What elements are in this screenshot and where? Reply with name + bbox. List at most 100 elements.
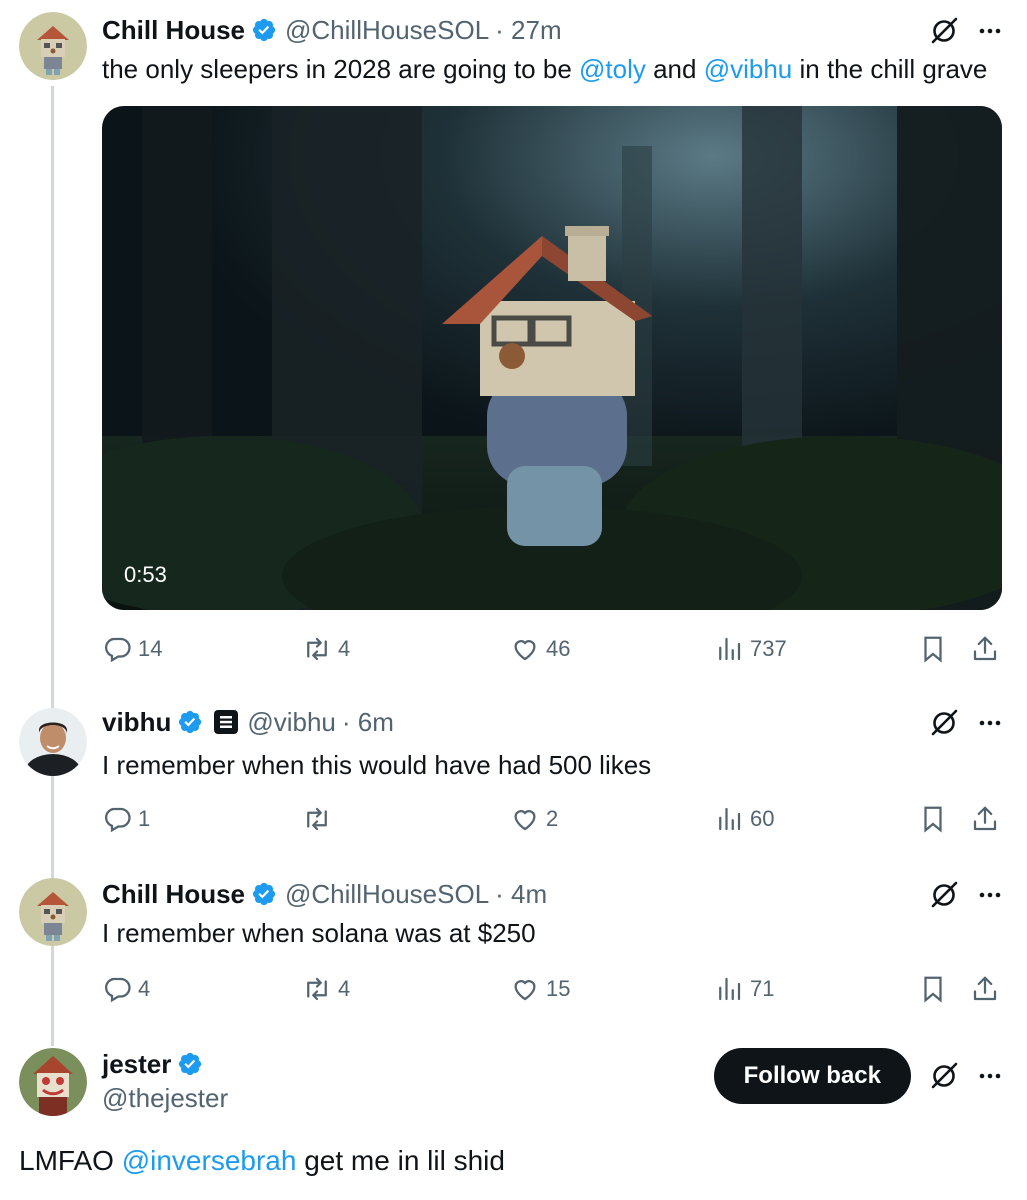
mention-vibhu[interactable]: @vibhu [704, 54, 793, 84]
repost-icon [307, 637, 327, 661]
grok-icon[interactable] [929, 1061, 959, 1091]
text-segment: get me in lil shid [296, 1145, 505, 1176]
tweet-header: vibhu @vibhu · 6m [102, 706, 394, 738]
avatar[interactable] [19, 878, 87, 946]
more-options-icon[interactable] [977, 882, 1003, 908]
reply-icon [105, 977, 131, 1003]
verified-badge-icon [179, 710, 202, 734]
tweet-text: I remember when solana was at $250 [102, 918, 536, 948]
video-thumbnail [102, 106, 1002, 610]
avatar[interactable] [19, 708, 87, 776]
tweet-text: I remember when this would have had 500 … [102, 750, 652, 780]
more-options-icon[interactable] [977, 18, 1003, 44]
share-icon [973, 806, 997, 831]
tweet-actions: 1 2 60 [102, 804, 1002, 838]
repost-count: 4 [338, 636, 351, 661]
text-segment: and [645, 54, 704, 84]
more-options-icon[interactable] [977, 710, 1003, 736]
handle[interactable]: @thejester [102, 1082, 228, 1114]
share-button[interactable] [970, 804, 1000, 834]
display-name[interactable]: Chill House [102, 878, 245, 910]
views-button[interactable]: 71 [714, 974, 774, 1004]
timestamp[interactable]: · 6m [342, 706, 394, 738]
mention-toly[interactable]: @toly [579, 54, 646, 84]
tweet-2[interactable]: vibhu @vibhu · 6m I remember when this w… [0, 690, 1027, 860]
tweet-text: the only sleepers in 2028 are going to b… [102, 52, 987, 86]
share-button[interactable] [970, 974, 1000, 1004]
display-name[interactable]: Chill House [102, 14, 245, 46]
like-icon [514, 810, 536, 831]
timestamp[interactable]: · 4m [495, 878, 547, 910]
like-icon [514, 980, 536, 1001]
grok-icon[interactable] [929, 16, 959, 46]
follow-back-button[interactable]: Follow back [713, 1048, 911, 1104]
repost-count: 4 [338, 976, 351, 1001]
verified-badge-icon [252, 18, 276, 42]
reply-icon [105, 807, 131, 833]
repost-button[interactable]: 4 [302, 634, 350, 664]
text-segment: in the chill grave [792, 54, 988, 84]
display-name[interactable]: vibhu [102, 706, 171, 738]
tweet-top-actions [929, 880, 1003, 910]
reply-icon [105, 637, 131, 663]
grok-icon[interactable] [929, 880, 959, 910]
reply-button[interactable]: 14 [102, 634, 162, 664]
tweet-header: Chill House @ChillHouseSOL · 4m [102, 878, 547, 910]
text-segment: the only sleepers in 2028 are going to b… [102, 54, 580, 84]
tweet-actions: 14 4 46 737 [102, 634, 1002, 668]
verified-badge-icon [179, 1052, 202, 1076]
grok-icon[interactable] [929, 708, 959, 738]
view-count: 60 [750, 806, 775, 831]
like-count: 15 [546, 976, 571, 1001]
bookmark-icon [924, 806, 942, 833]
like-button[interactable]: 2 [510, 804, 558, 834]
affiliate-badge-icon[interactable] [213, 709, 239, 735]
handle[interactable]: @vibhu [247, 706, 336, 738]
like-icon [514, 640, 536, 661]
views-icon [719, 637, 741, 661]
avatar[interactable] [19, 1048, 87, 1116]
reply-button[interactable]: 4 [102, 974, 150, 1004]
timestamp[interactable]: · 27m [495, 14, 561, 46]
tweet-3[interactable]: Chill House @ChillHouseSOL · 4m I rememb… [0, 862, 1027, 1032]
bookmark-button[interactable] [918, 974, 948, 1004]
repost-button[interactable] [302, 804, 338, 834]
reply-button[interactable]: 1 [102, 804, 150, 834]
tweet-top-actions [929, 708, 1003, 738]
mention-inversebrah[interactable]: @inversebrah [122, 1145, 297, 1176]
display-name[interactable]: jester [102, 1048, 171, 1080]
video-player[interactable]: 0:53 [102, 106, 1002, 610]
like-count: 46 [546, 636, 571, 661]
view-count: 71 [750, 976, 775, 1001]
handle[interactable]: @ChillHouseSOL [285, 878, 489, 910]
repost-button[interactable]: 4 [302, 974, 350, 1004]
views-button[interactable]: 60 [714, 804, 774, 834]
bookmark-icon [924, 636, 942, 663]
video-duration: 0:53 [124, 562, 167, 587]
bookmark-button[interactable] [918, 634, 948, 664]
tweet-top-actions: Follow back [713, 1048, 1003, 1104]
views-icon [719, 807, 741, 831]
focus-tweet-text: LMFAO @inversebrah get me in lil shid [19, 1143, 505, 1179]
share-icon [973, 976, 997, 1001]
more-options-icon[interactable] [977, 1063, 1003, 1089]
like-button[interactable]: 46 [510, 634, 570, 664]
like-count: 2 [546, 806, 559, 831]
reply-count: 1 [138, 806, 151, 831]
views-button[interactable]: 737 [714, 634, 787, 664]
repost-icon [307, 977, 327, 1001]
text-segment: LMFAO [19, 1145, 122, 1176]
bookmark-icon [924, 976, 942, 1003]
handle-line: @thejester [102, 1082, 228, 1114]
repost-icon [307, 807, 327, 831]
avatar[interactable] [19, 12, 87, 80]
share-button[interactable] [970, 634, 1000, 664]
tweet-1[interactable]: Chill House @ChillHouseSOL · 27m the onl… [0, 0, 1027, 680]
bookmark-button[interactable] [918, 804, 948, 834]
tweet-header: jester [102, 1048, 203, 1080]
tweet-actions: 4 4 15 71 [102, 974, 1002, 1008]
like-button[interactable]: 15 [510, 974, 570, 1004]
handle[interactable]: @ChillHouseSOL [285, 14, 489, 46]
view-count: 737 [750, 636, 787, 661]
reply-count: 4 [138, 976, 151, 1001]
